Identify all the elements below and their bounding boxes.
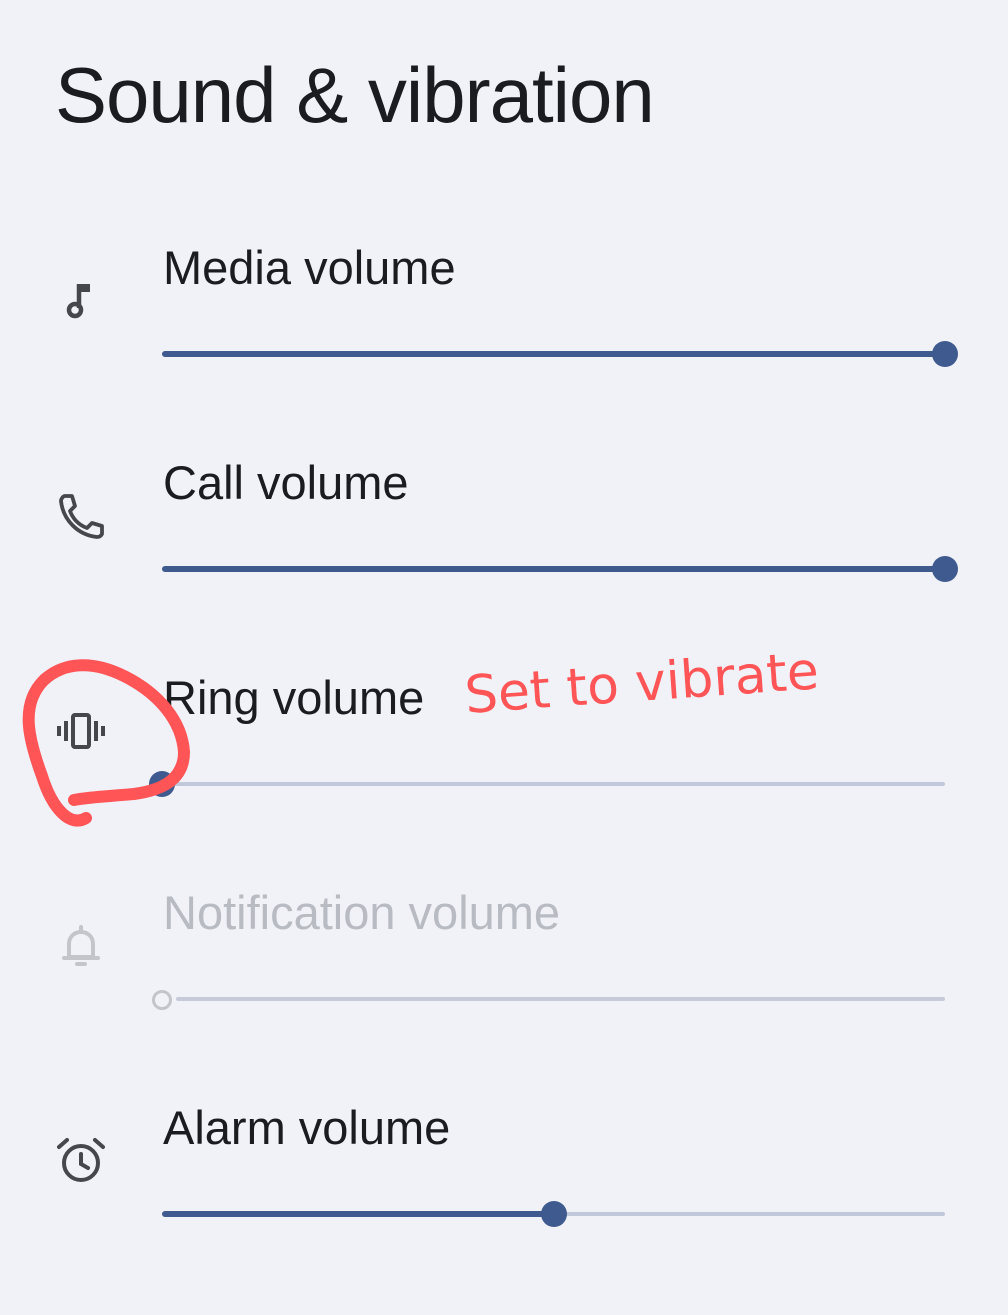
alarm-volume-slider[interactable]: [162, 1199, 945, 1229]
phone-icon: [52, 487, 110, 545]
alarm-volume-row: Alarm volume: [0, 1100, 1008, 1315]
media-volume-label: Media volume: [163, 241, 456, 294]
call-volume-fill: [162, 566, 945, 572]
bell-icon: [52, 917, 110, 975]
ring-volume-thumb[interactable]: [149, 771, 175, 797]
ring-volume-track: [162, 782, 945, 786]
call-volume-label: Call volume: [163, 456, 409, 509]
call-volume-row: Call volume: [0, 455, 1008, 670]
media-volume-row: Media volume: [0, 240, 1008, 455]
page-title: Sound & vibration: [55, 51, 655, 139]
alarm-volume-thumb[interactable]: [540, 1201, 567, 1227]
notification-volume-slider: [152, 984, 945, 1014]
call-volume-slider[interactable]: [162, 554, 958, 584]
notification-volume-thumb: [152, 990, 172, 1010]
ring-volume-slider[interactable]: [149, 769, 945, 799]
notification-volume-row: Notification volume: [0, 885, 1008, 1100]
vibrate-icon[interactable]: [52, 702, 110, 760]
ring-volume-label: Ring volume: [163, 671, 425, 724]
alarm-clock-icon: [52, 1132, 110, 1190]
media-volume-fill: [162, 351, 945, 357]
notification-volume-label: Notification volume: [163, 886, 561, 939]
call-volume-thumb[interactable]: [932, 556, 958, 582]
notification-volume-track: [176, 997, 945, 1001]
media-volume-slider[interactable]: [162, 339, 958, 369]
media-volume-thumb[interactable]: [932, 341, 958, 367]
alarm-volume-label: Alarm volume: [163, 1101, 451, 1154]
alarm-volume-fill: [162, 1211, 554, 1217]
music-note-icon: [52, 272, 110, 330]
